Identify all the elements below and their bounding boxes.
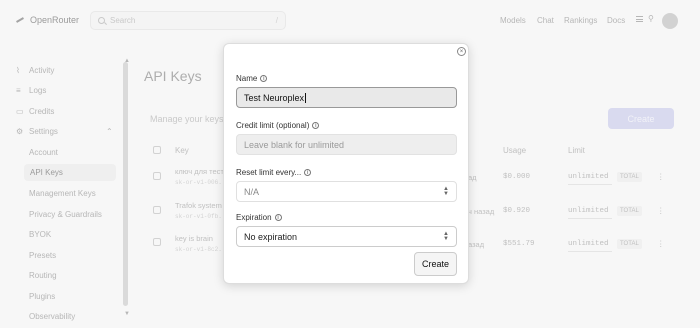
expiration-value: No expiration	[244, 231, 298, 242]
reset-limit-value: N/A	[244, 186, 260, 197]
credit-limit-placeholder: Leave blank for unlimited	[244, 139, 345, 150]
reset-limit-select[interactable]: N/A ▲ ▼	[236, 181, 457, 202]
reset-limit-label: Reset limit every...	[236, 168, 302, 177]
create-button[interactable]: Create	[414, 252, 457, 276]
expiration-select[interactable]: No expiration ▲ ▼	[236, 226, 457, 247]
expiration-label: Expiration	[236, 213, 272, 222]
credit-label-row: Credit limit (optional) i	[236, 121, 320, 130]
credit-limit-input[interactable]: Leave blank for unlimited	[236, 134, 457, 155]
text-cursor	[305, 92, 307, 103]
create-key-dialog: × Name i Test Neuroplex Credit limit (op…	[223, 43, 469, 284]
name-input-value: Test Neuroplex	[244, 92, 305, 103]
info-icon[interactable]: i	[312, 122, 320, 129]
expiration-label-row: Expiration i	[236, 213, 282, 222]
chevron-updown-icon: ▲ ▼	[443, 185, 449, 197]
credit-limit-label: Credit limit (optional)	[236, 121, 310, 130]
info-icon[interactable]: i	[260, 75, 268, 82]
close-icon[interactable]: ×	[457, 47, 466, 56]
chevron-updown-icon: ▲ ▼	[443, 230, 449, 242]
info-icon[interactable]: i	[274, 214, 282, 221]
reset-label-row: Reset limit every... i	[236, 168, 312, 177]
info-icon[interactable]: i	[304, 169, 312, 176]
name-label-row: Name i	[236, 74, 268, 83]
name-label: Name	[236, 74, 258, 83]
name-input[interactable]: Test Neuroplex	[236, 87, 457, 108]
